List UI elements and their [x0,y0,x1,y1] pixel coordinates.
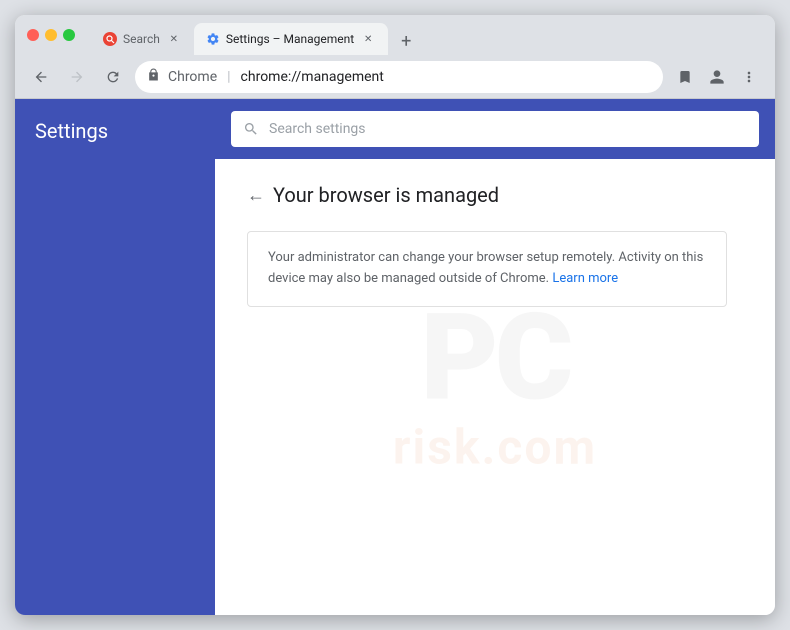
settings-content: PC risk.com ← Your browser is managed Yo… [215,159,775,615]
search-settings-placeholder: Search settings [269,121,366,137]
notice-text: Your administrator can change your brows… [268,250,703,286]
address-url: chrome://management [241,69,384,85]
forward-button[interactable] [63,63,91,91]
breadcrumb-row: ← Your browser is managed [247,183,743,207]
lock-icon [147,68,160,85]
maximize-button[interactable] [63,29,75,41]
tab-search[interactable]: Search ✕ [91,23,194,55]
nav-bar: Chrome | chrome://management [15,55,775,99]
back-arrow-button[interactable]: ← [247,185,265,206]
browser-content: Settings Search settings PC risk.com [15,99,775,615]
search-favicon-icon [106,35,115,44]
settings-tab-close[interactable]: ✕ [360,31,376,47]
search-tab-close[interactable]: ✕ [166,31,182,47]
settings-tab-label: Settings – Management [226,32,354,46]
search-tab-label: Search [123,32,160,46]
nav-right-buttons [671,63,763,91]
traffic-lights [27,29,75,41]
search-tab-favicon [103,32,117,46]
close-button[interactable] [27,29,39,41]
browser-window: Search ✕ Settings – Management ✕ + [15,15,775,615]
account-button[interactable] [703,63,731,91]
back-button[interactable] [27,63,55,91]
chrome-label: Chrome [168,69,217,85]
page-heading: Your browser is managed [273,183,499,207]
menu-button[interactable] [735,63,763,91]
sidebar: Settings [15,99,215,615]
tab-bar: Search ✕ Settings – Management ✕ + [91,15,763,55]
settings-search-container[interactable]: Search settings [231,111,759,147]
management-notice: Your administrator can change your brows… [247,231,727,307]
tab-settings-management[interactable]: Settings – Management ✕ [194,23,388,55]
sidebar-title: Settings [15,119,215,159]
title-bar: Search ✕ Settings – Management ✕ + [15,15,775,55]
settings-tab-favicon [206,32,220,46]
new-tab-button[interactable]: + [392,27,420,55]
watermark: PC risk.com [393,299,597,476]
minimize-button[interactable] [45,29,57,41]
address-bar[interactable]: Chrome | chrome://management [135,61,663,93]
search-icon [243,121,259,137]
learn-more-link[interactable]: Learn more [552,271,618,286]
address-separator: | [227,69,230,85]
settings-search-bar: Search settings [215,99,775,159]
watermark-risk: risk.com [393,419,597,476]
main-area: Search settings PC risk.com ← Your brows… [215,99,775,615]
watermark-pc: PC [393,299,597,419]
reload-button[interactable] [99,63,127,91]
bookmark-button[interactable] [671,63,699,91]
